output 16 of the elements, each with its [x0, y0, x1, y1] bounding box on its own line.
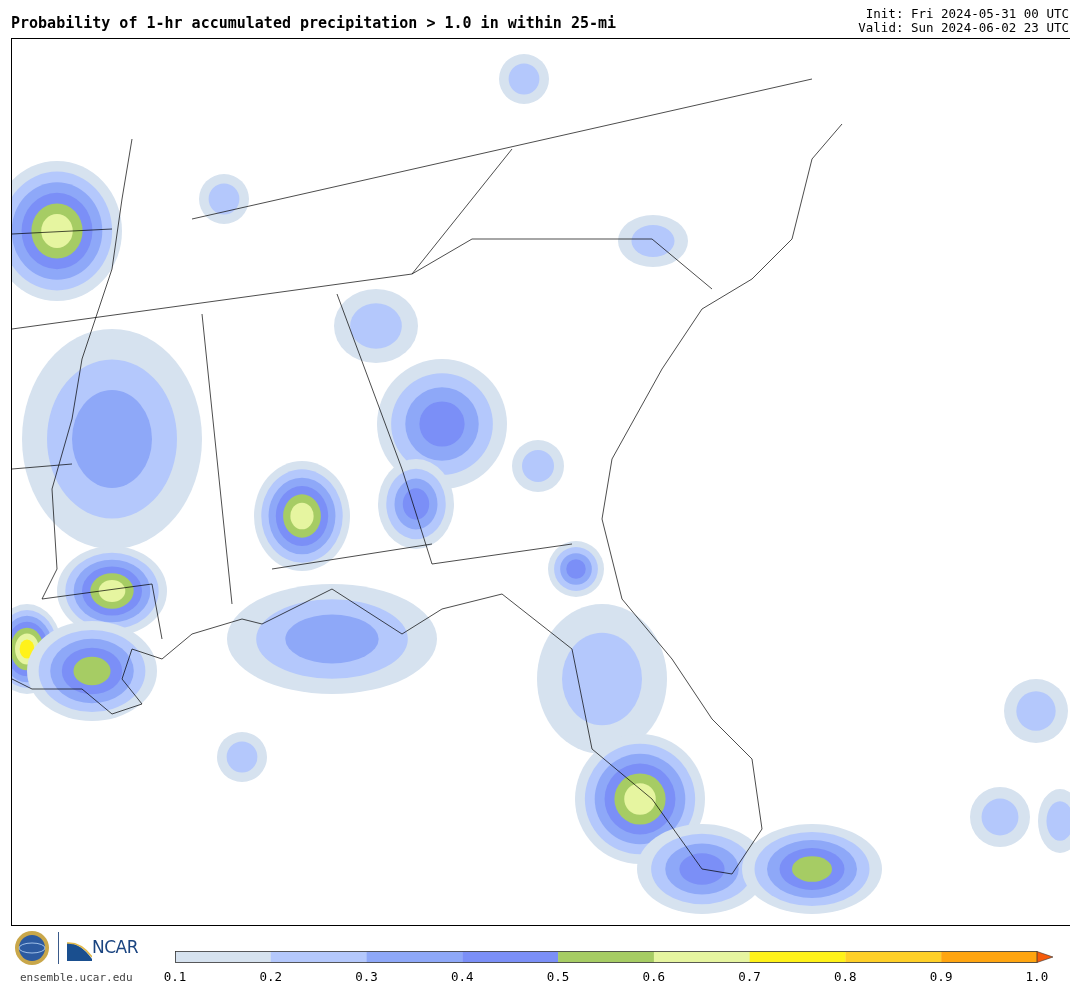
scale-tick-label: 0.6 — [641, 968, 667, 986]
logo-text: NCAR — [92, 936, 139, 960]
globe-emblem-icon — [14, 930, 50, 966]
scale-tick-label: 0.5 — [545, 968, 571, 986]
chart-title: Probability of 1-hr accumulated precipitation > 1.0 in within 25-mi — [11, 13, 617, 34]
scale-tick-label: 0.7 — [737, 968, 762, 986]
scale-tick-label: 0.4 — [450, 968, 475, 986]
swoosh-logo-icon — [67, 940, 92, 961]
scale-tick-label: 0.1 — [162, 968, 188, 986]
run-time-label: Valid: Sun 2024-06-02 23 UTC — [858, 21, 1069, 35]
scale-tick-label: 0.9 — [928, 968, 954, 986]
scale-tick-label: 0.2 — [258, 968, 284, 986]
scale-tick-label: 0.8 — [833, 968, 858, 986]
run-time-label: Init: Fri 2024-05-31 00 UTC — [864, 7, 1069, 21]
scale-tick-label: 1.0 — [1024, 968, 1050, 986]
scale-tick-label: 0.3 — [354, 968, 379, 986]
